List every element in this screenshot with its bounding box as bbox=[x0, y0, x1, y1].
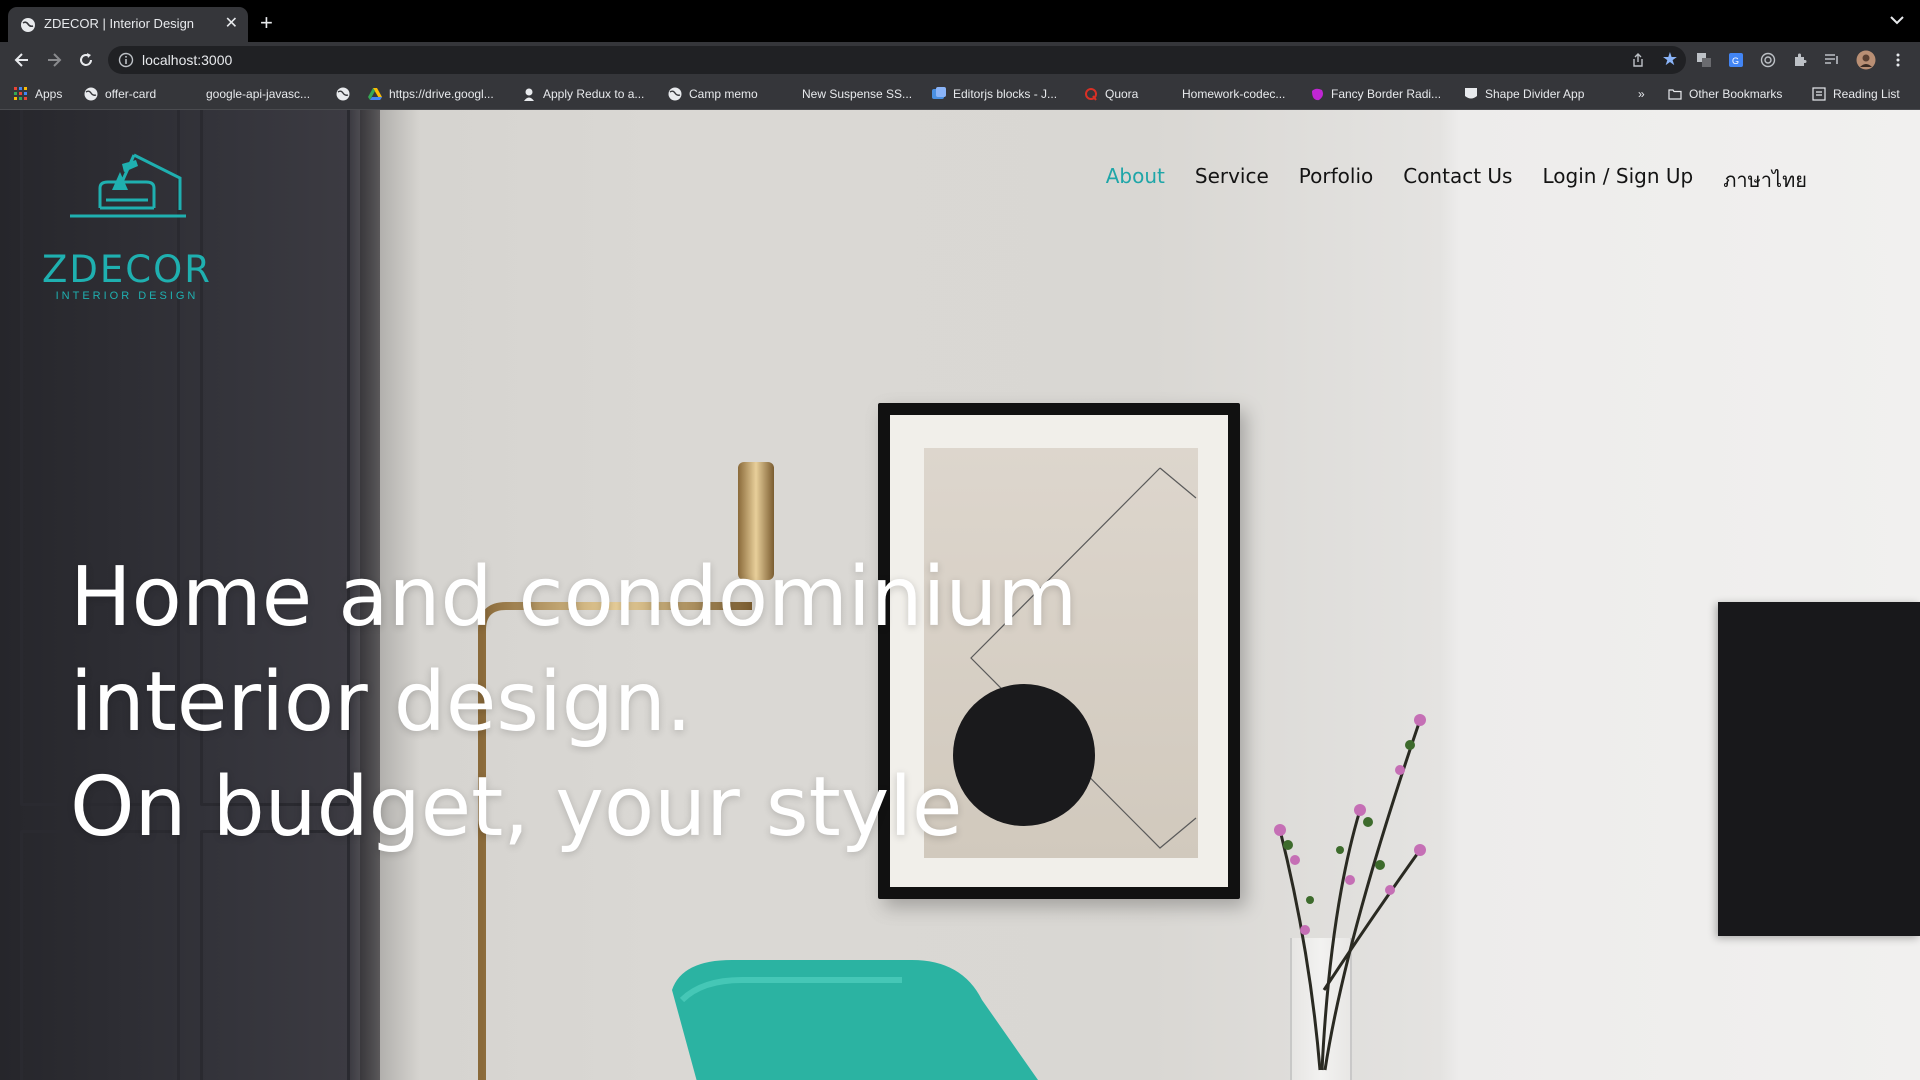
reading-list-button[interactable]: Reading List bbox=[1812, 86, 1900, 102]
browser-chrome: ZDECOR | Interior Design ✕ + localhost:3… bbox=[0, 0, 1920, 110]
folder-icon bbox=[1668, 89, 1682, 100]
nav-login-signup[interactable]: Login / Sign Up bbox=[1542, 164, 1693, 196]
flower-branches-image bbox=[1274, 714, 1426, 1071]
reload-icon[interactable] bbox=[76, 50, 96, 70]
editorjs-icon bbox=[932, 87, 946, 99]
bookmark-globe[interactable] bbox=[336, 86, 357, 102]
bookmark-drive[interactable]: https://drive.googl... bbox=[368, 86, 494, 102]
target-icon[interactable] bbox=[1760, 52, 1776, 68]
bookmark-offer-card[interactable]: offer-card bbox=[84, 86, 156, 102]
avatar-icon bbox=[524, 88, 534, 101]
quora-icon bbox=[1085, 88, 1097, 101]
tab-strip: ZDECOR | Interior Design ✕ + bbox=[0, 0, 1920, 42]
hero-line-1: Home and condominium bbox=[70, 550, 1078, 645]
bookmark-google-api[interactable]: google-api-javasc... bbox=[206, 86, 310, 102]
media-queue-icon[interactable] bbox=[1824, 52, 1840, 68]
browser-tab[interactable]: ZDECOR | Interior Design ✕ bbox=[8, 7, 248, 42]
teal-chair-image bbox=[672, 960, 1038, 1080]
globe-icon bbox=[336, 87, 350, 101]
nav-contact-us[interactable]: Contact Us bbox=[1403, 164, 1512, 196]
apps-grid-icon bbox=[14, 87, 27, 100]
bookmark-fancy-border[interactable]: Fancy Border Radi... bbox=[1310, 86, 1441, 102]
hero-line-2: interior design. bbox=[70, 655, 692, 750]
nav-language-thai[interactable]: ภาษาไทย bbox=[1723, 164, 1807, 196]
hero-headline: Home and condominium interior design. On… bbox=[70, 545, 1077, 860]
address-bar[interactable]: localhost:3000 ★ bbox=[108, 46, 1686, 74]
bookmark-shape-divider[interactable]: Shape Divider App bbox=[1464, 86, 1584, 102]
reading-list-icon bbox=[1812, 87, 1826, 101]
globe-icon bbox=[84, 87, 98, 101]
page-content: ZDECOR INTERIOR DESIGN About Service Por… bbox=[0, 110, 1920, 1080]
nav-portfolio[interactable]: Porfolio bbox=[1299, 164, 1373, 196]
forward-icon[interactable] bbox=[44, 50, 64, 70]
bookmark-apps[interactable]: Apps bbox=[14, 86, 62, 102]
chevron-down-icon[interactable] bbox=[1888, 12, 1906, 28]
bookmark-suspense[interactable]: New Suspense SS... bbox=[802, 86, 912, 102]
bookmark-homework[interactable]: Homework-codec... bbox=[1182, 86, 1285, 102]
other-bookmarks-folder[interactable]: Other Bookmarks bbox=[1668, 86, 1782, 102]
logo-wordmark: ZDECOR bbox=[42, 248, 212, 291]
fancy-border-icon bbox=[1312, 88, 1323, 101]
nav-service[interactable]: Service bbox=[1195, 164, 1269, 196]
more-menu-icon[interactable] bbox=[1890, 52, 1906, 68]
hero-line-3: On budget, your style bbox=[70, 760, 963, 855]
nav-about[interactable]: About bbox=[1106, 164, 1165, 196]
bookmark-quora[interactable]: Quora bbox=[1084, 86, 1138, 102]
bookmark-redux[interactable]: Apply Redux to a... bbox=[522, 86, 644, 102]
browser-toolbar: localhost:3000 ★ G bbox=[0, 42, 1920, 78]
globe-icon bbox=[668, 87, 682, 101]
back-icon[interactable] bbox=[12, 50, 32, 70]
globe-icon bbox=[21, 18, 35, 32]
more-bookmarks-button[interactable]: » bbox=[1638, 86, 1645, 102]
profile-avatar-icon[interactable] bbox=[1856, 50, 1876, 70]
extensions-puzzle-icon[interactable] bbox=[1792, 52, 1808, 68]
info-icon[interactable] bbox=[118, 52, 134, 68]
bookmarks-bar: Apps offer-card google-api-javasc... htt… bbox=[0, 78, 1920, 110]
bookmark-camp-memo[interactable]: Camp memo bbox=[668, 86, 758, 102]
close-tab-icon[interactable]: ✕ bbox=[225, 14, 238, 34]
bookmark-editorjs[interactable]: Editorjs blocks - J... bbox=[932, 86, 1057, 102]
main-nav: About Service Porfolio Contact Us Login … bbox=[1076, 164, 1807, 196]
google-translate-icon[interactable]: G bbox=[1728, 52, 1744, 68]
wall-tv-image bbox=[1718, 602, 1920, 936]
url-text: localhost:3000 bbox=[142, 52, 233, 68]
translate-icon[interactable] bbox=[1696, 52, 1712, 68]
svg-text:G: G bbox=[1732, 56, 1739, 66]
tab-title: ZDECOR | Interior Design bbox=[44, 16, 195, 31]
bookmark-star-icon[interactable]: ★ bbox=[1662, 49, 1678, 69]
new-tab-button[interactable]: + bbox=[260, 10, 273, 36]
share-icon[interactable] bbox=[1630, 52, 1646, 68]
logo-tagline: INTERIOR DESIGN bbox=[55, 290, 199, 302]
drive-icon bbox=[368, 88, 382, 100]
shape-divider-icon bbox=[1465, 88, 1477, 99]
